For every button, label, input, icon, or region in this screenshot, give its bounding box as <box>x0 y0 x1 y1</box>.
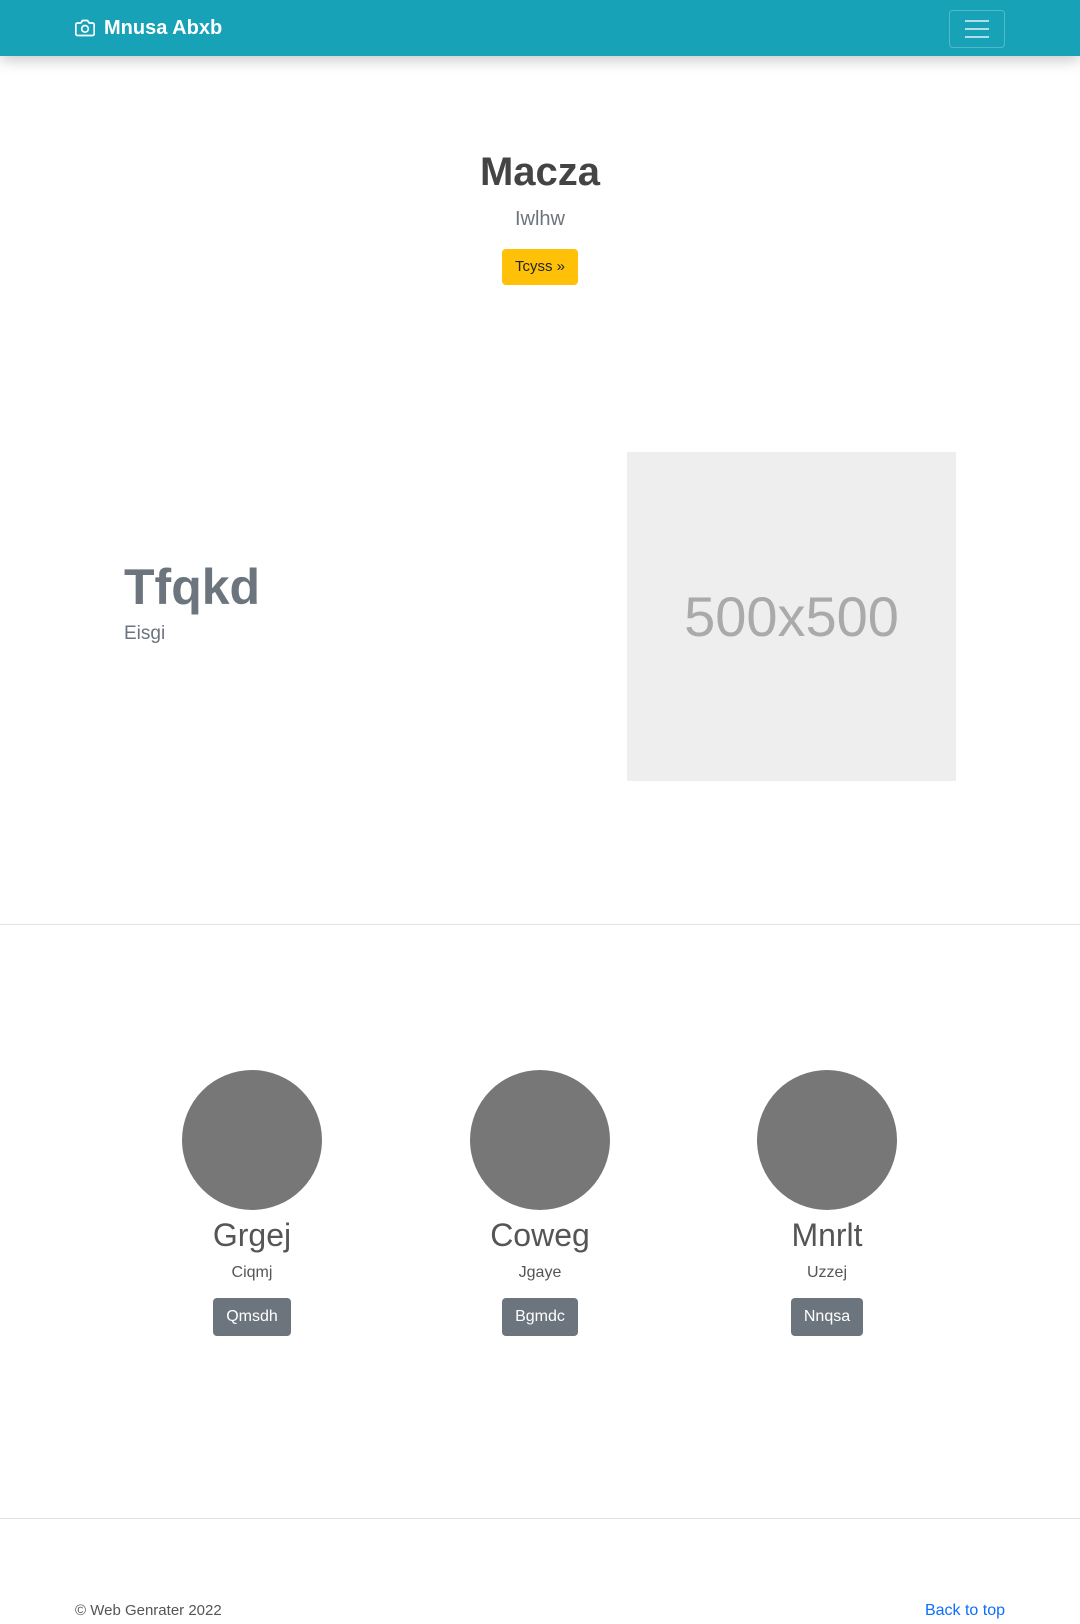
navbar-toggler-button[interactable] <box>949 10 1005 48</box>
hamburger-menu-icon <box>965 20 989 38</box>
feature-image-placeholder: 500x500 <box>627 452 956 781</box>
hero-subtitle: Iwlhw <box>514 208 565 230</box>
member-role: Ciqmj <box>231 1264 273 1282</box>
hero-section: Macza Iwlhw Tcyss » <box>0 150 1080 285</box>
member-role: Jgaye <box>518 1264 562 1282</box>
brand-link[interactable]: Mnusa Abxb <box>75 0 222 56</box>
feature-subtitle: Eisgi <box>124 623 166 644</box>
footer-divider <box>0 1518 1080 1519</box>
team-member-card: Grgej Ciqmj Qmsdh <box>152 1070 352 1336</box>
avatar <box>757 1070 897 1210</box>
member-button[interactable]: Bgmdc <box>502 1298 578 1336</box>
avatar <box>470 1070 610 1210</box>
navbar: Mnusa Abxb <box>0 0 1080 56</box>
team-member-card: Mnrlt Uzzej Nnqsa <box>727 1070 927 1336</box>
placeholder-label: 500x500 <box>684 585 899 648</box>
hero-title: Macza <box>479 150 601 194</box>
member-name: Mnrlt <box>791 1217 863 1253</box>
hero-cta-button[interactable]: Tcyss » <box>501 249 578 285</box>
footer-copyright: © Web Genrater 2022 <box>75 1602 222 1619</box>
feature-title: Tfqkd <box>124 559 261 615</box>
avatar <box>182 1070 322 1210</box>
member-name: Grgej <box>212 1217 292 1253</box>
member-role: Uzzej <box>806 1264 847 1282</box>
camera-icon <box>75 19 95 37</box>
member-name: Coweg <box>490 1217 590 1253</box>
member-button[interactable]: Nnqsa <box>790 1298 864 1336</box>
section-divider <box>0 924 1080 925</box>
member-button[interactable]: Qmsdh <box>213 1298 291 1336</box>
brand-name: Mnusa Abxb <box>104 16 223 39</box>
team-member-card: Coweg Jgaye Bgmdc <box>440 1070 640 1336</box>
feature-text-block: Tfqkd Eisgi <box>124 560 260 645</box>
back-to-top-link[interactable]: Back to top <box>925 1602 1005 1620</box>
